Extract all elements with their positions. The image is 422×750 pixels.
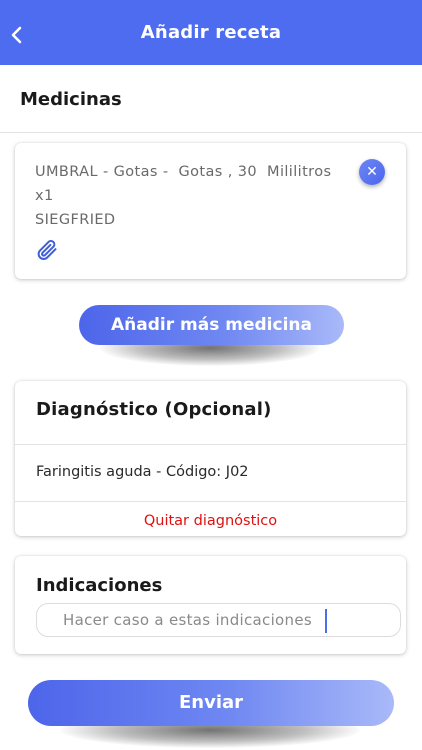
diagnosis-title: Diagnóstico (Opcional) xyxy=(36,399,272,420)
paperclip-icon[interactable] xyxy=(35,238,59,262)
section-divider xyxy=(0,132,422,133)
header-bar: Añadir receta xyxy=(0,0,422,65)
diagnosis-divider xyxy=(15,444,406,445)
page-title: Añadir receta xyxy=(140,22,282,43)
indications-title: Indicaciones xyxy=(36,575,163,596)
medicine-quantity: x1 xyxy=(35,188,54,204)
indications-card: Indicaciones xyxy=(15,556,406,654)
diagnosis-divider xyxy=(15,501,406,502)
close-icon: ✕ xyxy=(366,164,378,180)
medicine-details: UMBRAL - Gotas - Gotas , 30 Mililitros x… xyxy=(35,160,345,232)
diagnosis-value[interactable]: Faringitis aguda - Código: J02 xyxy=(36,464,249,480)
remove-medicine-button[interactable]: ✕ xyxy=(359,159,385,185)
medicine-name: UMBRAL - Gotas - Gotas , 30 Mililitros xyxy=(35,164,332,180)
diagnosis-card: Diagnóstico (Opcional) Faringitis aguda … xyxy=(15,381,406,536)
medicine-lab: SIEGFRIED xyxy=(35,212,116,228)
chevron-left-icon[interactable] xyxy=(8,26,26,44)
medicines-section-title: Medicinas xyxy=(20,89,122,110)
medicine-card: UMBRAL - Gotas - Gotas , 30 Mililitros x… xyxy=(15,143,406,279)
submit-button[interactable]: Enviar xyxy=(28,680,394,726)
text-caret xyxy=(325,609,327,633)
add-more-medicine-button[interactable]: Añadir más medicina xyxy=(79,305,344,345)
indications-input[interactable] xyxy=(36,603,401,637)
remove-diagnosis-button[interactable]: Quitar diagnóstico xyxy=(15,513,406,529)
